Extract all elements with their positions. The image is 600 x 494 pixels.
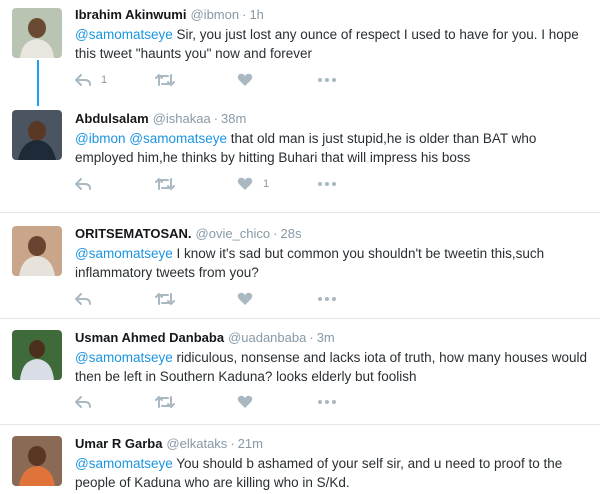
avatar[interactable] [12,226,62,276]
reply-icon [75,74,91,86]
avatar[interactable] [12,110,62,160]
separator-dot: · [213,111,219,126]
mention-link[interactable]: @samomatseye [75,350,173,365]
separator-dot: · [242,7,247,22]
retweet-button[interactable] [155,70,185,90]
tweet-actions [75,289,375,309]
avatar[interactable] [12,8,62,58]
user-avatar-photo [12,8,62,58]
tweet-text: @samomatseye ridiculous, nonsense and la… [75,348,590,386]
more-options-button[interactable] [317,174,337,194]
display-name[interactable]: Abdulsalam [75,111,149,126]
display-name[interactable]: Usman Ahmed Danbaba [75,330,224,345]
more-icon [318,400,336,404]
tweet-text: @samomatseye I know it's sad but common … [75,244,590,282]
like-button[interactable] [237,70,263,90]
more-icon [318,78,336,82]
thread-connector-line [37,60,39,106]
mention-link[interactable]: @samomatseye [75,246,173,261]
retweet-button[interactable] [155,392,185,412]
reply-count: 1 [101,74,108,86]
avatar[interactable] [12,436,62,486]
user-handle[interactable]: @ibmon [190,7,239,22]
reply-button[interactable]: 1 [75,70,107,90]
user-handle[interactable]: @elkataks [166,436,227,451]
display-name[interactable]: Umar R Garba [75,436,162,451]
mention-link[interactable]: @samomatseye [75,27,173,42]
timestamp[interactable]: 28s [281,226,302,241]
mention-link[interactable]: @samomatseye [75,456,173,471]
user-handle[interactable]: @ishakaa [153,111,211,126]
timestamp[interactable]: 1h [249,7,263,22]
more-options-button[interactable] [317,392,337,412]
like-button[interactable] [237,392,263,412]
retweet-icon [155,178,175,190]
reply-icon [75,178,91,190]
reply-icon [75,396,91,408]
tweet[interactable]: ORITSEMATOSAN. @ovie_chico · 28s @samomatse… [0,214,600,314]
user-avatar-photo [12,330,62,380]
retweet-button[interactable] [155,174,185,194]
tweet[interactable]: Umar R Garba @elkataks · 21m @samomatseye Y… [0,426,600,494]
avatar[interactable] [12,330,62,380]
divider [0,424,600,425]
user-handle[interactable]: @ovie_chico [196,226,271,241]
mention-link[interactable]: @samomatseye [129,131,227,146]
retweet-button[interactable] [155,289,185,309]
reply-button[interactable] [75,174,101,194]
mention-link[interactable]: @ibmon [75,131,125,146]
retweet-icon [155,74,175,86]
separator-dot: · [309,330,314,345]
heart-icon [237,292,253,305]
tweet[interactable]: Usman Ahmed Danbaba @uadanbaba · 3m @samoma… [0,320,600,420]
timestamp[interactable]: 3m [317,330,335,345]
timestamp[interactable]: 21m [238,436,263,451]
user-avatar-photo [12,110,62,160]
retweet-icon [155,396,175,408]
timestamp[interactable]: 38m [221,111,246,126]
more-icon [318,182,336,186]
more-options-button[interactable] [317,289,337,309]
like-count: 1 [263,178,270,190]
more-options-button[interactable] [317,70,337,90]
tweet-actions [75,392,375,412]
tweet-actions: 1 [75,174,375,194]
divider [0,212,600,213]
heart-icon [237,177,253,190]
like-button[interactable]: 1 [237,174,269,194]
reply-button[interactable] [75,289,101,309]
separator-dot: · [230,436,235,451]
retweet-icon [155,293,175,305]
user-avatar-photo [12,226,62,276]
separator-dot: · [273,226,278,241]
user-handle[interactable]: @uadanbaba [228,330,306,345]
tweet-text: @ibmon @samomatseye that old man is just… [75,129,590,167]
heart-icon [237,395,253,408]
more-icon [318,297,336,301]
display-name[interactable]: ORITSEMATOSAN. [75,226,192,241]
like-button[interactable] [237,289,263,309]
reply-button[interactable] [75,392,101,412]
tweet-text: @samomatseye Sir, you just lost any ounc… [75,25,590,63]
display-name[interactable]: Ibrahim Akinwumi [75,7,186,22]
divider [0,318,600,319]
tweet[interactable]: Abdulsalam @ishakaa · 38m @ibmon @samomatse… [0,104,600,202]
tweet[interactable]: Ibrahim Akinwumi @ibmon · 1h @samomatseye S… [0,0,600,104]
heart-icon [237,73,253,86]
tweet-actions: 1 [75,70,375,90]
reply-icon [75,293,91,305]
tweet-text: @samomatseye You should b ashamed of you… [75,454,590,492]
user-avatar-photo [12,436,62,486]
